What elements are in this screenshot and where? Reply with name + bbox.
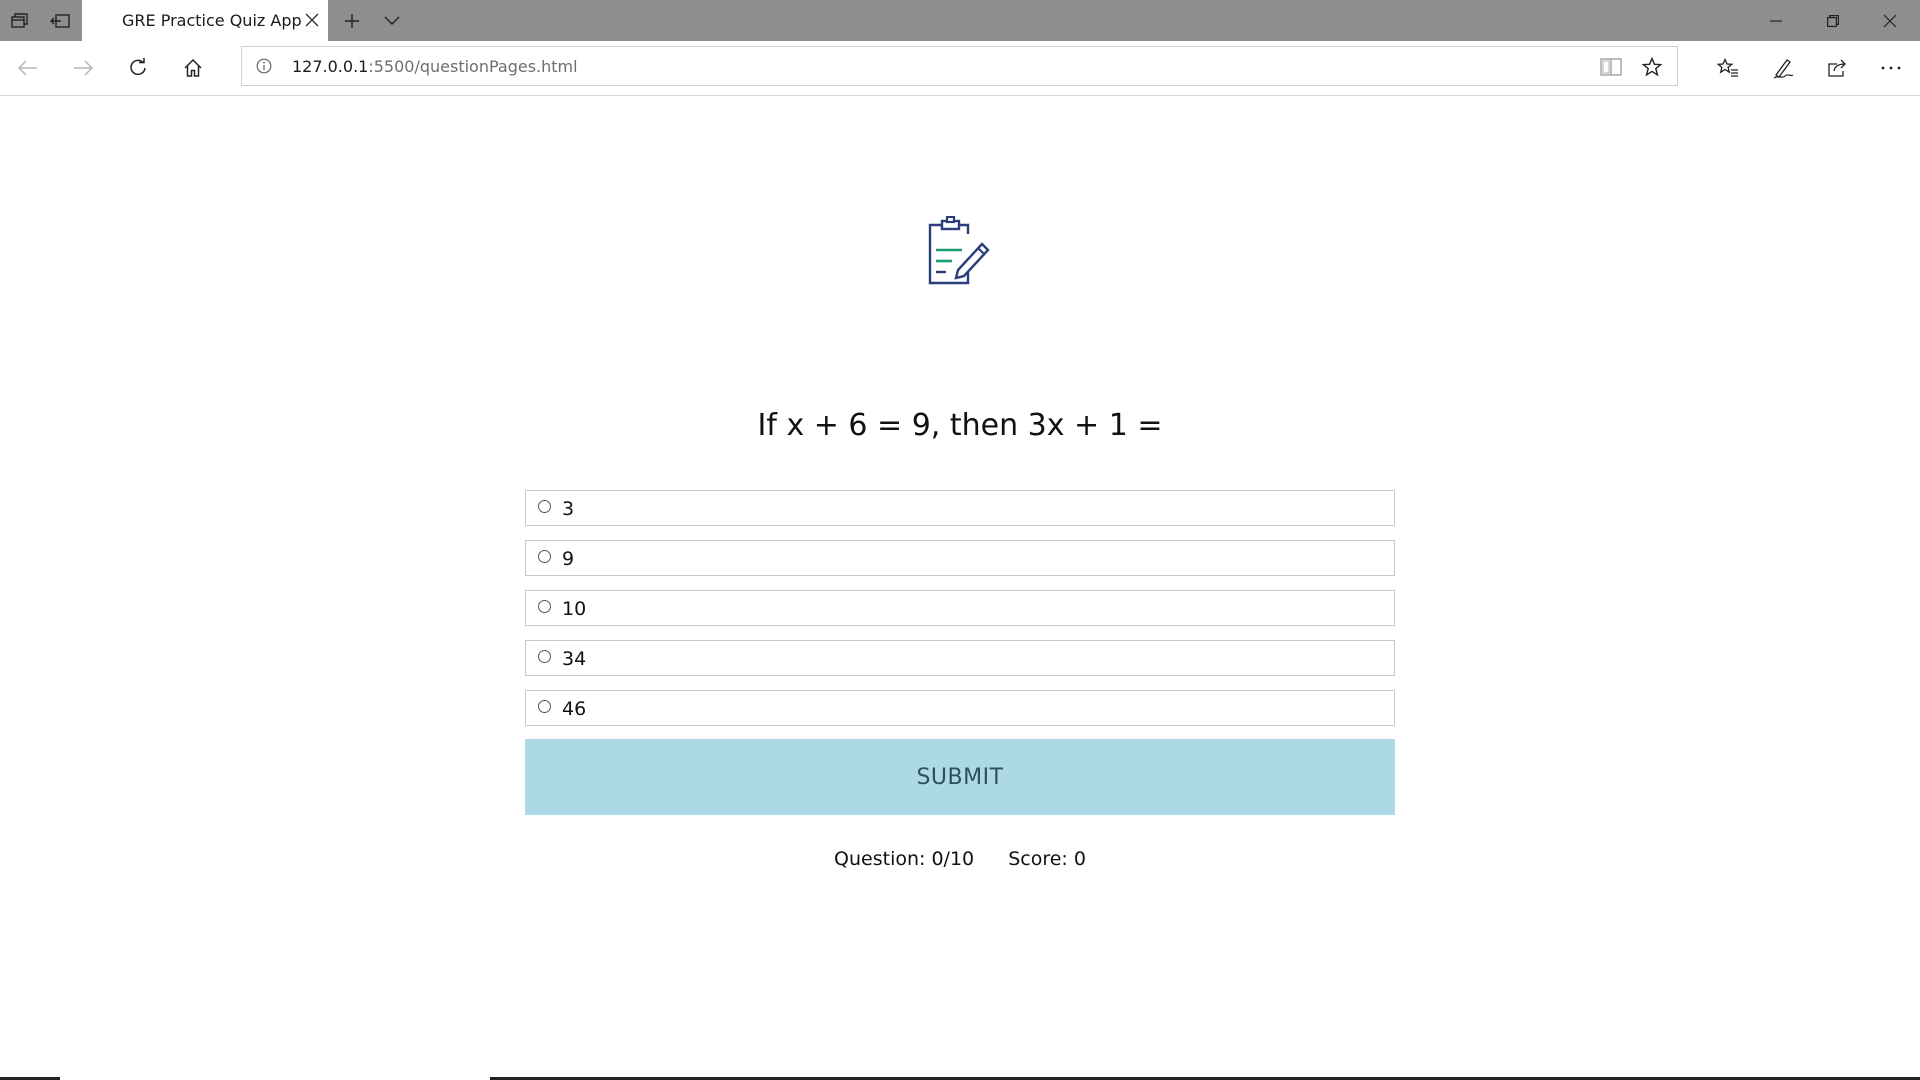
answer-option[interactable]: 3: [525, 490, 1395, 526]
radio-button[interactable]: [538, 650, 551, 663]
answer-option[interactable]: 34: [525, 640, 1395, 676]
refresh-icon[interactable]: [118, 48, 158, 88]
restore-icon[interactable]: [1805, 0, 1861, 41]
close-icon[interactable]: [302, 10, 322, 30]
answer-options: 3 9 10 34 46: [525, 490, 1395, 740]
info-icon[interactable]: [256, 58, 272, 74]
favorites-list-icon[interactable]: [1708, 48, 1748, 88]
question-counter: Question: 0/10: [834, 848, 975, 870]
browser-tab-active[interactable]: GRE Practice Quiz App: [82, 0, 328, 41]
back-arrow-icon[interactable]: [8, 48, 48, 88]
address-bar[interactable]: 127.0.0.1:5500/questionPages.html: [241, 46, 1678, 86]
url-text: 127.0.0.1:5500/questionPages.html: [292, 57, 578, 76]
share-icon[interactable]: [1818, 48, 1858, 88]
option-label: 46: [562, 698, 587, 720]
reading-view-icon[interactable]: [1600, 56, 1622, 78]
url-host: 127.0.0.1: [292, 57, 369, 76]
submit-button[interactable]: SUBMIT: [525, 739, 1395, 815]
tab-title: GRE Practice Quiz App: [122, 11, 302, 30]
tab-actions-icon[interactable]: [0, 0, 40, 41]
radio-button[interactable]: [538, 700, 551, 713]
navigation-bar: 127.0.0.1:5500/questionPages.html: [0, 41, 1920, 96]
star-icon[interactable]: [1641, 56, 1663, 78]
option-label: 10: [562, 598, 587, 620]
option-label: 34: [562, 648, 587, 670]
close-icon[interactable]: [1862, 0, 1918, 41]
pen-icon[interactable]: [1763, 48, 1803, 88]
clipboard-pencil-icon: [920, 215, 1000, 292]
quiz-status: Question: 0/10 Score: 0: [0, 848, 1920, 870]
score-display: Score: 0: [1008, 848, 1086, 870]
answer-option[interactable]: 9: [525, 540, 1395, 576]
chevron-down-icon[interactable]: [372, 0, 412, 41]
set-aside-tabs-icon[interactable]: [40, 0, 80, 41]
option-label: 3: [562, 498, 575, 520]
option-label: 9: [562, 548, 575, 570]
title-bar: GRE Practice Quiz App: [0, 0, 1920, 41]
url-path: :5500/questionPages.html: [368, 57, 578, 76]
forward-arrow-icon[interactable]: [63, 48, 103, 88]
question-text: If x + 6 = 9, then 3x + 1 =: [757, 408, 1163, 443]
home-icon[interactable]: [173, 48, 213, 88]
answer-option[interactable]: 46: [525, 690, 1395, 726]
more-icon[interactable]: [1871, 48, 1911, 88]
radio-button[interactable]: [538, 500, 551, 513]
plus-icon[interactable]: [332, 0, 372, 41]
minimize-icon[interactable]: [1748, 0, 1804, 41]
answer-option[interactable]: 10: [525, 590, 1395, 626]
radio-button[interactable]: [538, 550, 551, 563]
radio-button[interactable]: [538, 600, 551, 613]
